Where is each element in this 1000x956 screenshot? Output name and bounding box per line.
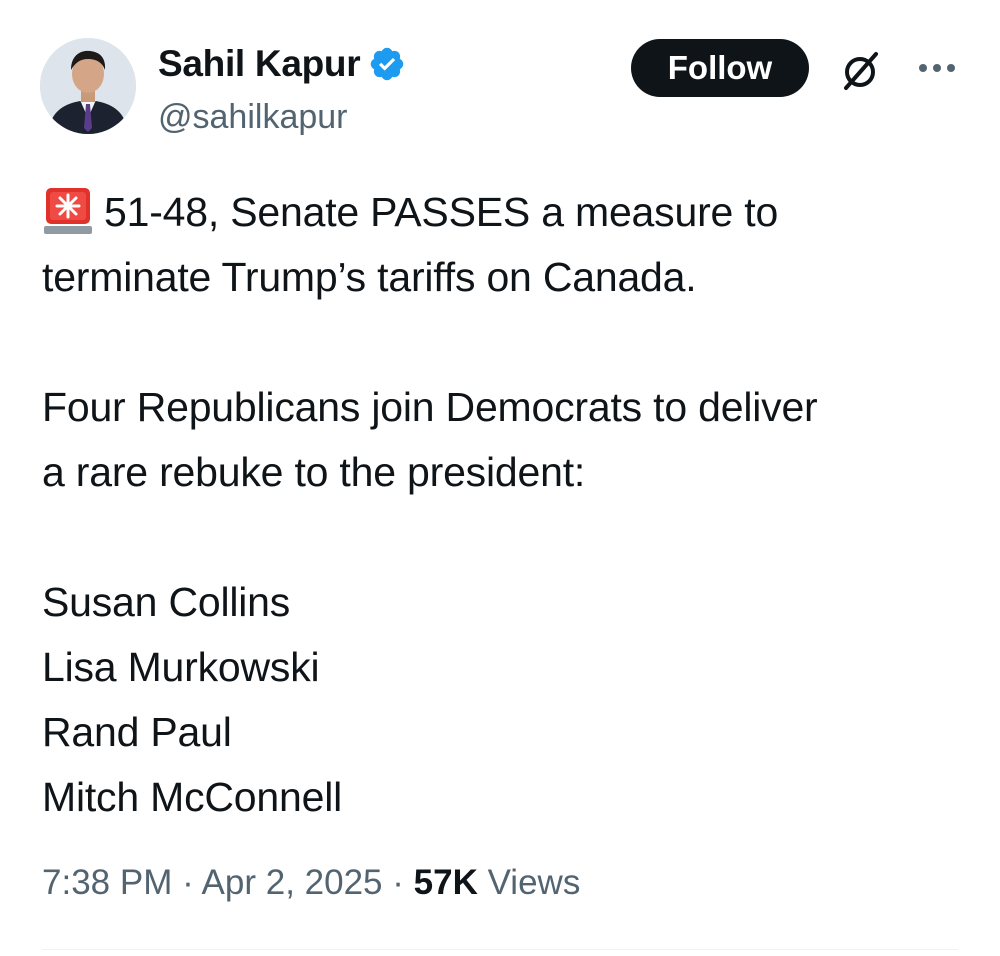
tweet-line-2: terminate Trump’s tariffs on Canada. [42,254,697,300]
siren-emoji-icon [42,184,94,236]
author-name[interactable]: Sahil Kapur [158,42,406,86]
senator-name: Rand Paul [42,709,232,755]
views-count[interactable]: 57K [414,863,478,902]
tweet-meta: 7:38 PM · Apr 2, 2025 · 57K Views [42,858,580,908]
follow-button[interactable]: Follow [631,39,809,97]
grok-icon[interactable] [838,48,882,92]
tweet-paragraph-1: 51-48, Senate PASSES a measure to termin… [42,180,962,310]
verified-badge-icon[interactable] [368,45,406,83]
views-label: Views [487,863,581,902]
divider [42,949,958,950]
tweet-date[interactable]: Apr 2, 2025 [202,863,383,902]
tweet-time[interactable]: 7:38 PM [42,863,172,902]
tweet-line-1-text: 51-48, Senate PASSES a measure to [104,189,779,235]
tweet-line-4: a rare rebuke to the president: [42,449,586,495]
tweet-paragraph-2: Four Republicans join Democrats to deliv… [42,375,962,505]
meta-separator: · [182,863,194,902]
tweet-text: 51-48, Senate PASSES a measure to termin… [42,180,962,830]
tweet-card: Sahil Kapur @sahilkapur Follow 51-48, Se… [0,0,1000,956]
avatar[interactable] [40,38,136,134]
tweet-line: 51-48, Senate PASSES a measure to [42,180,962,245]
meta-separator: · [392,863,404,902]
author-handle[interactable]: @sahilkapur [158,96,348,138]
senator-name: Mitch McConnell [42,774,343,820]
senator-name: Lisa Murkowski [42,644,320,690]
avatar-image [40,38,136,134]
tweet-line-3: Four Republicans join Democrats to deliv… [42,384,818,430]
more-options-icon[interactable] [915,60,959,76]
senator-name: Susan Collins [42,579,291,625]
senator-list: Susan Collins Lisa Murkowski Rand Paul M… [42,570,962,830]
author-name-text[interactable]: Sahil Kapur [158,42,361,86]
